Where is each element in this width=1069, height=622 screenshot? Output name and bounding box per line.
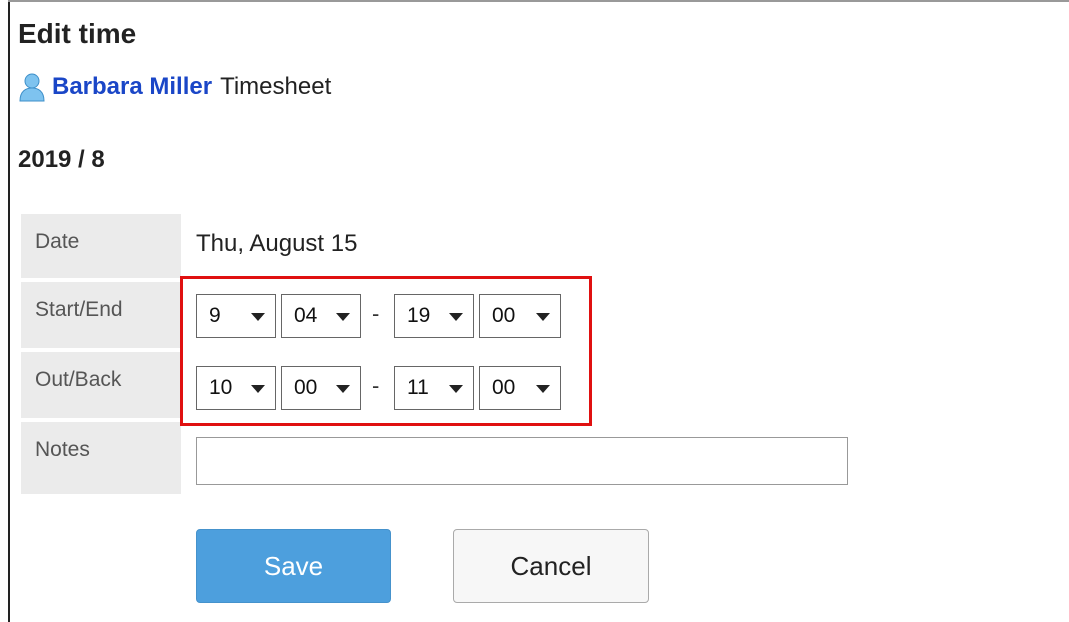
chevron-down-icon [251, 385, 265, 393]
end-minute-select[interactable]: 00 [479, 294, 561, 338]
save-button[interactable]: Save [196, 529, 391, 603]
out-minute-value: 00 [294, 376, 318, 399]
back-hour-value: 11 [407, 376, 429, 399]
notes-input[interactable] [196, 437, 848, 485]
out-minute-select[interactable]: 00 [281, 366, 361, 410]
out-back-label: Out/Back [21, 352, 181, 418]
start-minute-value: 04 [294, 304, 318, 327]
start-end-separator: - [372, 301, 380, 326]
user-name-link[interactable]: Barbara Miller [52, 73, 212, 101]
page-title: Edit time [18, 18, 137, 49]
page-top-border [8, 0, 1069, 2]
end-hour-select[interactable]: 19 [394, 294, 474, 338]
back-minute-value: 00 [492, 376, 516, 399]
end-hour-value: 19 [407, 304, 431, 327]
end-minute-value: 00 [492, 304, 516, 327]
user-line: Barbara Miller Timesheet [18, 72, 331, 102]
timesheet-label: Timesheet [220, 73, 332, 100]
chevron-down-icon [536, 385, 550, 393]
back-hour-select[interactable]: 11 [394, 366, 474, 410]
back-minute-select[interactable]: 00 [479, 366, 561, 410]
date-value: Thu, August 15 [196, 230, 358, 257]
start-minute-select[interactable]: 04 [281, 294, 361, 338]
date-label: Date [21, 214, 181, 278]
cancel-button[interactable]: Cancel [453, 529, 649, 603]
out-hour-value: 10 [209, 376, 233, 399]
start-hour-value: 9 [209, 304, 221, 327]
chevron-down-icon [536, 313, 550, 321]
chevron-down-icon [449, 313, 463, 321]
page-left-border [8, 0, 10, 622]
start-end-label: Start/End [21, 282, 181, 348]
start-hour-select[interactable]: 9 [196, 294, 276, 338]
chevron-down-icon [336, 385, 350, 393]
out-back-separator: - [372, 373, 380, 398]
month-label: 2019 / 8 [18, 146, 105, 173]
chevron-down-icon [336, 313, 350, 321]
out-hour-select[interactable]: 10 [196, 366, 276, 410]
notes-label: Notes [21, 422, 181, 494]
chevron-down-icon [251, 313, 265, 321]
chevron-down-icon [449, 385, 463, 393]
user-icon [19, 73, 45, 102]
